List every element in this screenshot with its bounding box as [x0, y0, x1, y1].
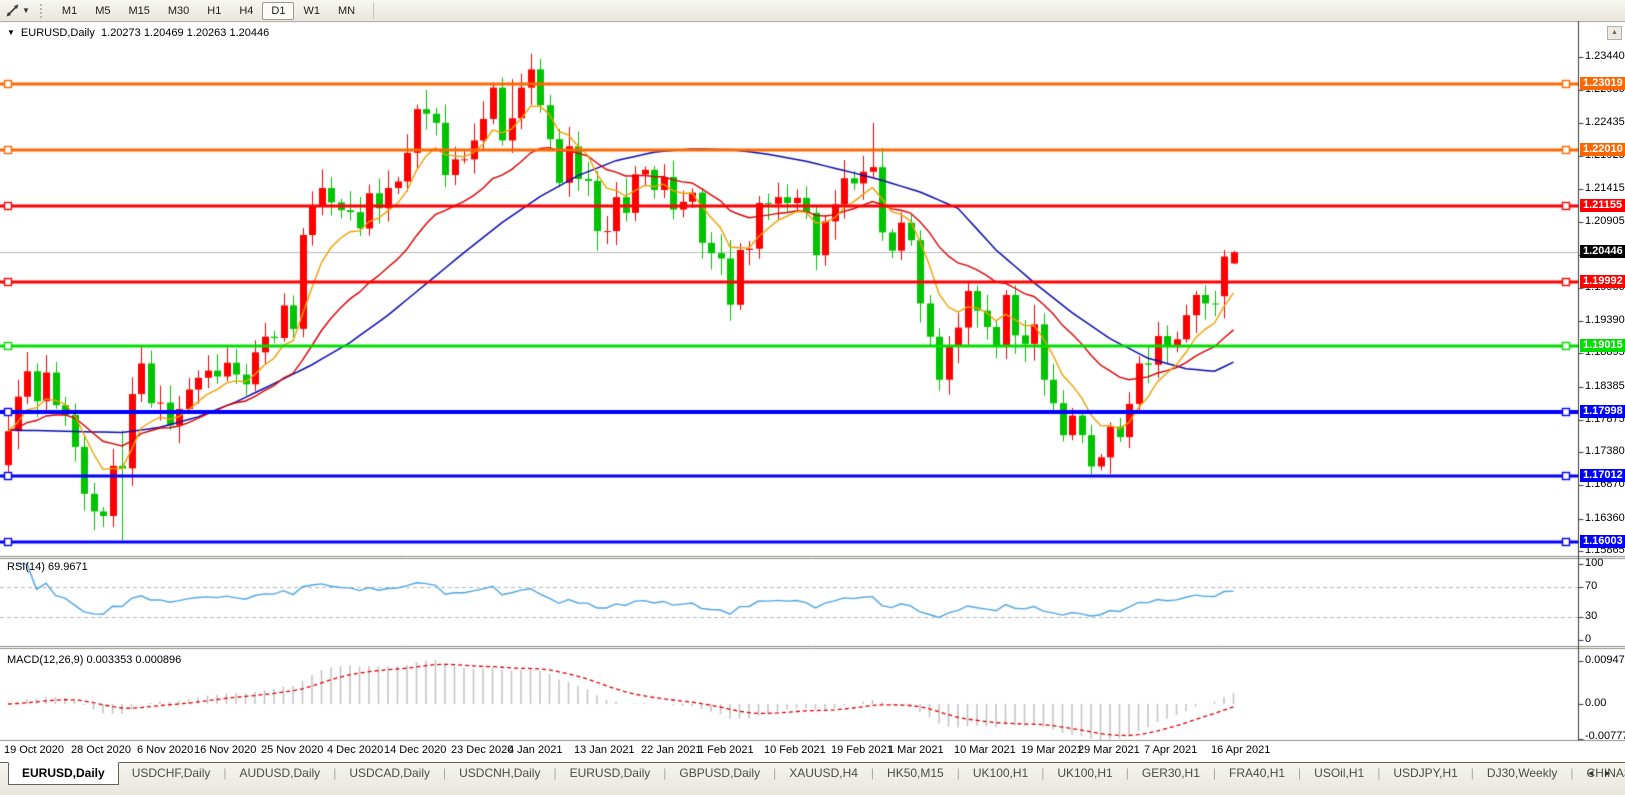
date-axis-label: 13 Jan 2021: [574, 744, 635, 756]
price-level-tag: 1.19992: [1580, 275, 1625, 288]
tool-dropdown-caret[interactable]: ▼: [22, 6, 30, 15]
price-axis[interactable]: 1.234401.229301.224351.219251.214151.209…: [1578, 21, 1625, 762]
rsi-axis-tick: 70: [1585, 580, 1598, 592]
price-axis-tick: 1.18385: [1585, 380, 1625, 392]
chart-window: ▼ EURUSD,Daily 1.20273 1.20469 1.20263 1.…: [0, 21, 1625, 762]
tab-scroll-right-icon[interactable]: ►: [1603, 768, 1620, 778]
chart-tab-HK50-M15[interactable]: HK50,M15: [874, 763, 957, 784]
date-axis-label: 25 Nov 2020: [261, 744, 324, 756]
timeframe-button-H1[interactable]: H1: [198, 2, 230, 20]
chart-tabs: EURUSD,Daily USDCHF,Daily | AUDUSD,Daily | US…: [8, 762, 1625, 785]
macd-axis-tick: -0.007778: [1585, 730, 1625, 742]
price-chart-canvas[interactable]: [0, 21, 1625, 762]
chart-tab-FRA40-H1[interactable]: FRA40,H1: [1216, 763, 1298, 784]
timeframe-button-W1[interactable]: W1: [294, 2, 329, 20]
chart-title-caret-icon[interactable]: ▼: [7, 28, 15, 37]
price-axis-tick: 1.23440: [1585, 50, 1625, 62]
toolbar-separator: [373, 2, 375, 19]
timeframe-button-MN[interactable]: MN: [329, 2, 364, 20]
chart-tab-UK100-H1[interactable]: UK100,H1: [960, 763, 1041, 784]
chart-ohlc-values: 1.20273 1.20469 1.20263 1.20446: [101, 27, 270, 39]
timeframe-button-M30[interactable]: M30: [159, 2, 198, 20]
time-axis[interactable]: 19 Oct 2020 28 Oct 2020 6 Nov 2020 16 Nov 2…: [0, 743, 1578, 762]
tab-scroll-left-icon[interactable]: ◄: [1586, 768, 1603, 778]
chart-tab-USDJPY-H1[interactable]: USDJPY,H1: [1380, 763, 1470, 784]
timeframe-button-M1[interactable]: M1: [53, 2, 86, 20]
rsi-indicator-label: RSI(14) 69.9671: [7, 561, 88, 573]
macd-axis-tick: 0.00: [1585, 697, 1607, 709]
price-level-tag: 1.19015: [1580, 339, 1625, 352]
chart-tab-XAUUSD-H4[interactable]: XAUUSD,H4: [776, 763, 871, 784]
timeframe-button-M15[interactable]: M15: [119, 2, 158, 20]
price-level-tag: 1.17012: [1580, 469, 1625, 482]
chart-tab-USDCAD-Daily[interactable]: USDCAD,Daily: [336, 763, 443, 784]
timeframe-button-H4[interactable]: H4: [230, 2, 262, 20]
macd-axis-tick: 0.009478: [1585, 654, 1625, 666]
date-axis-label: 10 Mar 2021: [954, 744, 1016, 756]
timeframe-button-M5[interactable]: M5: [86, 2, 119, 20]
price-axis-tick: 1.22435: [1585, 116, 1625, 128]
date-axis-label: 22 Jan 2021: [641, 744, 702, 756]
price-axis-tick: 1.20905: [1585, 215, 1625, 227]
chart-tab-GER30-H1[interactable]: GER30,H1: [1129, 763, 1213, 784]
chart-tab-bar: EURUSD,Daily USDCHF,Daily | AUDUSD,Daily | US…: [0, 762, 1625, 795]
date-axis-label: 1 Feb 2021: [698, 744, 754, 756]
date-axis-label: 4 Dec 2020: [327, 744, 384, 756]
date-axis-label: 4 Jan 2021: [508, 744, 563, 756]
price-axis-tick: 1.21415: [1585, 182, 1625, 194]
date-axis-label: 16 Apr 2021: [1211, 744, 1271, 756]
price-axis-tick: 1.17380: [1585, 445, 1625, 457]
date-axis-label: 1 Mar 2021: [888, 744, 944, 756]
rsi-axis-tick: 30: [1585, 610, 1598, 622]
price-axis-tick: 1.16360: [1585, 512, 1625, 524]
rsi-axis-tick: 100: [1585, 557, 1604, 569]
chart-tab-USDCNH-Daily[interactable]: USDCNH,Daily: [446, 763, 553, 784]
rsi-axis-tick: 0: [1585, 633, 1592, 645]
date-axis-label: 29 Mar 2021: [1078, 744, 1140, 756]
chart-scroll-up-icon[interactable]: ▲: [1607, 26, 1622, 40]
chart-tab-USOil-H1[interactable]: USOil,H1: [1301, 763, 1377, 784]
price-level-tag: 1.17998: [1580, 405, 1625, 418]
date-axis-label: 23 Dec 2020: [451, 744, 514, 756]
chart-tab-EURUSD-Daily[interactable]: EURUSD,Daily: [557, 763, 664, 784]
chart-title: ▼ EURUSD,Daily 1.20273 1.20469 1.20263 1.…: [7, 26, 269, 40]
chart-symbol-label: EURUSD,Daily: [20, 27, 95, 39]
chart-tab-AUDUSD-Daily[interactable]: AUDUSD,Daily: [227, 763, 334, 784]
timeframe-button-D1[interactable]: D1: [262, 1, 295, 20]
date-axis-label: 10 Feb 2021: [764, 744, 826, 756]
chart-tab-GBPUSD-Daily[interactable]: GBPUSD,Daily: [666, 763, 773, 784]
chart-tab-DJ30-Weekly[interactable]: DJ30,Weekly: [1474, 763, 1570, 784]
date-axis-label: 7 Apr 2021: [1144, 744, 1198, 756]
date-axis-label: 6 Nov 2020: [137, 744, 194, 756]
price-axis-tick: 1.19390: [1585, 314, 1625, 326]
chart-tab-UK100-H1[interactable]: UK100,H1: [1044, 763, 1125, 784]
price-level-tag: 1.21155: [1580, 199, 1625, 212]
tab-scroll-arrows: ◄►: [1586, 768, 1620, 778]
date-axis-label: 19 Mar 2021: [1021, 744, 1083, 756]
date-axis-label: 19 Feb 2021: [831, 744, 893, 756]
price-level-tag: 1.16003: [1580, 535, 1625, 548]
chart-tab-EURUSD-Daily[interactable]: EURUSD,Daily: [8, 762, 119, 785]
top-toolbar: ▼ M1 M5 M15 M30 H1 H4 D1 W1 MN: [0, 0, 1625, 22]
date-axis-label: 28 Oct 2020: [71, 744, 131, 756]
date-axis-label: 16 Nov 2020: [194, 744, 257, 756]
date-axis-label: 19 Oct 2020: [4, 744, 64, 756]
chart-tab-USDCHF-Daily[interactable]: USDCHF,Daily: [119, 763, 224, 784]
toolbar-grip[interactable]: [39, 3, 45, 18]
current-price-tag: 1.20446: [1580, 245, 1625, 258]
timeframe-buttons: M1 M5 M15 M30 H1 H4 D1 W1 MN: [53, 1, 364, 20]
crosshair-tool-icon[interactable]: [4, 3, 21, 19]
price-level-tag: 1.23019: [1580, 77, 1625, 90]
date-axis-label: 14 Dec 2020: [384, 744, 447, 756]
macd-indicator-label: MACD(12,26,9) 0.003353 0.000896: [7, 654, 182, 666]
price-level-tag: 1.22010: [1580, 143, 1625, 156]
